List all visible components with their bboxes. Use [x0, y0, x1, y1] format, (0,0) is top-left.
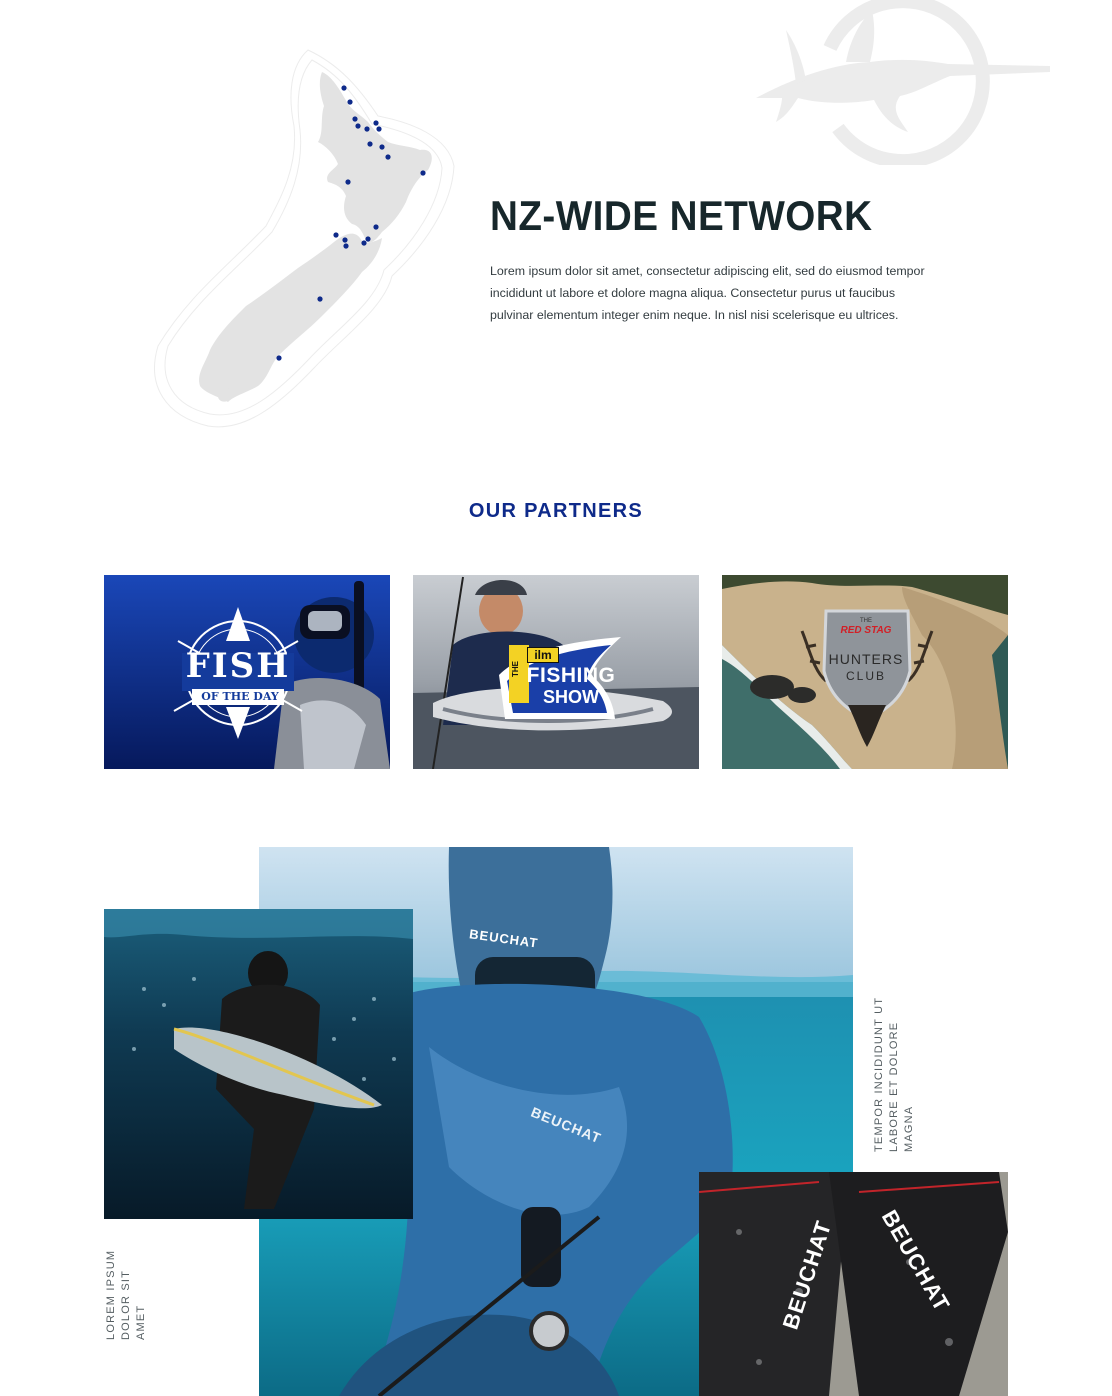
partner-card-fish-of-the-day[interactable]: FISH OF THE DAY	[104, 575, 390, 769]
partners-heading: OUR PARTNERS	[468, 500, 644, 522]
fish-of-the-day-logo-title: FISH	[185, 646, 291, 686]
ilm-logo-show: SHOW	[543, 687, 599, 707]
network-description: Lorem ipsum dolor sit amet, consectetur …	[490, 264, 925, 322]
nz-map-icon	[154, 49, 455, 428]
network-title: NZ-WIDE NETWORK	[490, 192, 873, 239]
photo-diver-with-fish	[104, 909, 413, 1219]
ilm-logo-fishing: FISHING	[526, 664, 616, 687]
red-stag-logo-hunters: HUNTERS	[828, 651, 904, 667]
ilm-logo-brand: ilm	[527, 647, 559, 663]
partner-card-red-stag-hunters-club[interactable]: THE RED STAG HUNTERS CLUB	[722, 575, 1008, 769]
fish-of-the-day-logo-subtitle: OF THE DAY	[201, 690, 279, 703]
photo-beuchat-fins: BEUCHAT BEUCHAT	[699, 1172, 1008, 1396]
gallery-caption-left: LOREM IPSUM DOLOR SIT AMET	[105, 1249, 147, 1340]
red-stag-logo-brand: RED STAG	[840, 625, 892, 636]
partner-card-ilm-fishing-show[interactable]: THE ilm FISHING SHOW	[413, 575, 699, 769]
red-stag-logo-the: THE	[860, 618, 872, 624]
red-stag-logo-club: CLUB	[845, 669, 886, 683]
gallery-caption-right: TEMPOR INCIDIDUNT UT LABORE ET DOLORE MA…	[873, 997, 915, 1152]
swordfish-icon	[756, 0, 1050, 165]
